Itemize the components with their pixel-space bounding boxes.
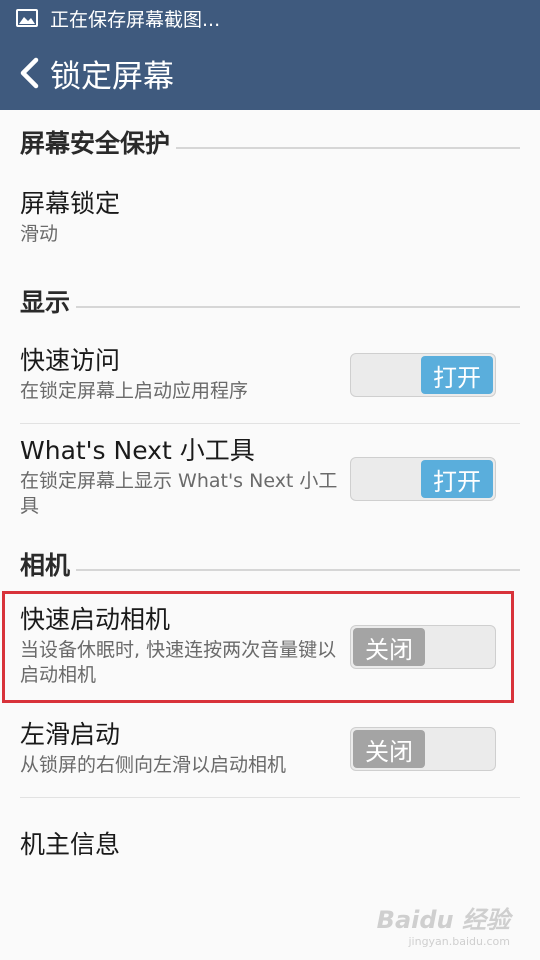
baidu-watermark: Baidu 经验 jingyan.baidu.com [377,900,510,948]
toggle-knob: 关闭 [353,730,425,768]
swipe-left-subtitle: 从锁屏的右侧向左滑以启动相机 [20,754,287,776]
toggle-knob: 打开 [421,356,493,394]
whats-next-toggle[interactable]: 打开 [350,457,496,501]
section-divider [76,306,520,308]
section-divider [176,147,520,149]
toggle-knob: 打开 [421,460,493,498]
section-label: 显示 [20,288,71,317]
screen-lock-subtitle: 滑动 [20,223,59,245]
status-text: 正在保存屏幕截图... [50,8,221,31]
quick-access-toggle[interactable]: 打开 [350,353,496,397]
section-header-display: 显示 [20,283,520,319]
list-divider [20,423,520,424]
section-divider [76,569,520,571]
owner-info-item[interactable]: 机主信息 [20,829,520,861]
highlight-annotation-box [2,591,514,703]
swipe-left-toggle[interactable]: 关闭 [350,727,496,771]
quick-access-title: 快速访问 [20,346,121,375]
owner-info-title: 机主信息 [20,830,121,859]
whats-next-subtitle: 在锁定屏幕上显示 What's Next 小工具 [20,470,338,517]
list-divider [20,797,520,798]
app-bar: 锁定屏幕 [0,36,540,110]
quick-access-subtitle: 在锁定屏幕上启动应用程序 [20,380,249,402]
status-bar: 正在保存屏幕截图... [0,0,540,36]
page-title: 锁定屏幕 [50,58,174,95]
watermark-url: jingyan.baidu.com [408,935,510,948]
screen-lock-item[interactable]: 屏幕锁定 滑动 [20,188,520,247]
section-label: 相机 [20,551,71,580]
screen-lock-title: 屏幕锁定 [20,189,121,218]
watermark-brand: Baidu 经验 [376,906,510,934]
swipe-left-title: 左滑启动 [20,720,121,749]
section-header-security: 屏幕安全保护 [20,124,520,160]
whats-next-title: What's Next 小工具 [20,436,255,465]
back-chevron-icon[interactable] [18,57,40,89]
section-header-camera: 相机 [20,546,520,582]
picture-icon [16,9,38,27]
section-label: 屏幕安全保护 [20,129,171,158]
